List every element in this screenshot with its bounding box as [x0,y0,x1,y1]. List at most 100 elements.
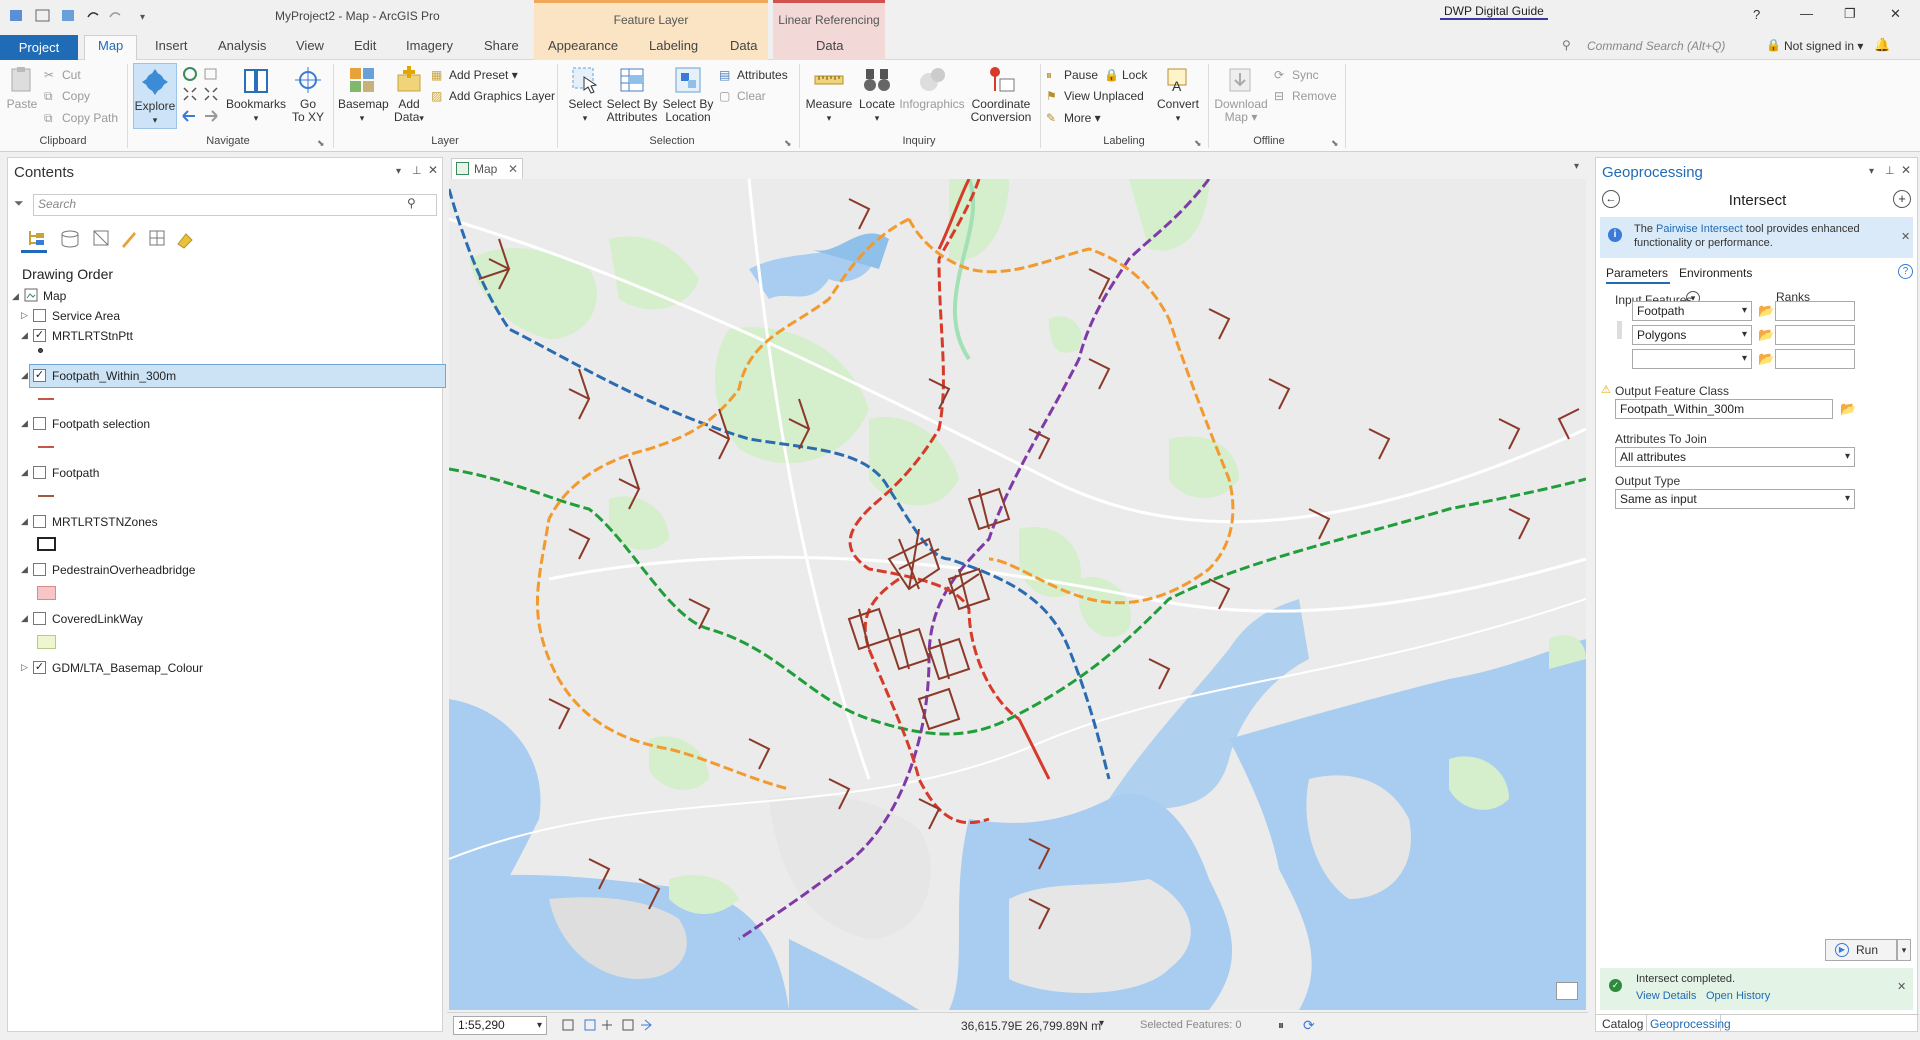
add-data-button[interactable]: Add Data▾ [390,65,428,125]
dismiss-status-icon[interactable]: ✕ [1897,980,1906,993]
folder-icon[interactable]: 📂 [1758,303,1774,319]
goto-xy-button[interactable]: Go To XY [289,65,327,124]
layer-visibility-checkbox[interactable]: ✓ [33,369,46,382]
row-handle[interactable] [1617,321,1622,339]
layer-footpath-selection[interactable]: Footpath selection [52,417,150,431]
coordinate-conversion-button[interactable]: Coordinate Conversion [968,65,1034,124]
filter-icon[interactable]: ⏷ [14,196,24,211]
layer-pedestrainoverheadbridge[interactable]: PedestrainOverheadbridge [52,563,195,577]
expand-toggle[interactable]: ◢ [21,564,28,575]
expand-toggle[interactable]: ▷ [21,662,28,673]
expand-toggle[interactable]: ◢ [12,291,19,302]
pin-icon[interactable]: ⊥ [412,164,422,177]
lock-labels-button[interactable]: 🔒 Lock [1104,68,1147,82]
rank-2-input[interactable] [1775,325,1855,345]
tab-analysis[interactable]: Analysis [218,38,266,53]
tab-insert[interactable]: Insert [155,38,188,53]
folder-icon[interactable]: 📂 [1758,351,1774,367]
tab-share[interactable]: Share [484,38,519,53]
bookmarks-button[interactable]: Bookmarks ▾ [225,65,287,125]
open-history-link[interactable]: Open History [1706,990,1770,1002]
select-button[interactable]: Select ▾ [563,65,607,125]
maximize-button[interactable]: ❐ [1844,6,1856,22]
explore-button[interactable]: Explore ▾ [133,63,177,129]
coordinate-format-dropdown[interactable]: ▾ [1099,1018,1104,1029]
layer-mrtlrtstnptt[interactable]: MRTLRTStnPtt [52,329,133,343]
add-preset-button[interactable]: ▦ Add Preset ▾ [431,68,518,82]
input-feature-2-select[interactable]: Polygons [1632,325,1752,345]
tab-data[interactable]: Data [730,38,757,53]
sync-button[interactable]: ⟳ Sync [1274,68,1319,82]
tab-map[interactable]: Map [98,38,123,53]
run-button[interactable]: ▶ Run [1825,939,1897,961]
paste-button[interactable]: Paste [6,65,38,111]
view-unplaced-button[interactable]: ⚑ View Unplaced [1046,89,1144,103]
tab-imagery[interactable]: Imagery [406,38,453,53]
bottom-tab-catalog[interactable]: Catalog [1602,1017,1643,1031]
download-map-button[interactable]: Download Map ▾ [1212,65,1270,124]
layer-visibility-checkbox[interactable] [33,309,46,322]
close-pane-icon[interactable]: ✕ [1901,163,1911,177]
expand-toggle[interactable]: ◢ [21,330,28,341]
clear-selection-button[interactable]: ▢ Clear [719,89,766,103]
layer-visibility-checkbox[interactable] [33,466,46,479]
quick-access-toolbar[interactable]: ▾ [8,7,158,25]
close-button[interactable]: ✕ [1890,6,1901,22]
search-icon[interactable]: ⚲ [407,196,416,210]
tab-list-icon[interactable]: ▾ [1574,161,1579,172]
layer-visibility-checkbox[interactable] [33,417,46,430]
tab-view[interactable]: View [296,38,324,53]
layer-footpath[interactable]: Footpath [52,466,99,480]
infographics-button[interactable]: Infographics [898,65,966,111]
dialog-launcher-icon[interactable]: ⬊ [1331,138,1339,149]
layer-visibility-checkbox[interactable] [33,612,46,625]
run-options-dropdown[interactable]: ▾ [1897,939,1911,961]
select-by-attributes-button[interactable]: Select By Attributes [606,65,658,124]
expand-toggle[interactable]: ◢ [21,516,28,527]
layer-visibility-checkbox[interactable] [33,563,46,576]
close-pane-icon[interactable]: ✕ [428,163,438,177]
guide-badge[interactable]: DWP Digital Guide [1440,4,1548,20]
command-search-input[interactable]: Command Search (Alt+Q) [1587,39,1725,53]
tab-labeling[interactable]: Labeling [649,38,698,53]
bottom-tab-geoprocessing[interactable]: Geoprocessing [1650,1017,1731,1031]
expand-toggle[interactable]: ▷ [21,310,28,321]
attributes-button[interactable]: ▤ Attributes [719,68,788,82]
navigate-small-tools[interactable] [181,66,223,128]
layer-coveredlinkway[interactable]: CoveredLinkWay [52,612,143,626]
remove-button[interactable]: ⊟ Remove [1274,89,1337,103]
close-tab-icon[interactable]: ✕ [508,159,518,179]
basemap-button[interactable]: Basemap ▾ [338,65,389,125]
folder-icon[interactable]: 📂 [1758,327,1774,343]
pane-menu-icon[interactable]: ▾ [396,166,401,177]
pause-labeling-button[interactable]: ⏸ Pause [1046,68,1098,82]
minimize-button[interactable]: — [1800,6,1813,21]
tab-parameters[interactable]: Parameters [1606,266,1668,280]
pairwise-intersect-link[interactable]: Pairwise Intersect [1656,223,1743,235]
input-feature-1-select[interactable]: Footpath [1632,301,1752,321]
rank-1-input[interactable] [1775,301,1855,321]
layer-basemap-colour[interactable]: GDM/LTA_Basemap_Colour [52,661,203,675]
more-labeling-button[interactable]: ✎ More ▾ [1046,111,1101,125]
expand-toggle[interactable]: ◢ [21,467,28,478]
expand-toggle[interactable]: ◢ [21,418,28,429]
locate-button[interactable]: Locate ▾ [857,65,897,125]
add-icon[interactable]: + [1893,190,1911,208]
sign-in-button[interactable]: Not signed in ▾ [1784,39,1863,53]
layer-visibility-checkbox[interactable]: ✓ [33,661,46,674]
help-button[interactable]: ? [1753,7,1760,22]
tab-appearance[interactable]: Appearance [548,38,618,53]
notification-bell-icon[interactable]: 🔔 [1874,37,1890,53]
copy-path-button[interactable]: ⧉ Copy Path [44,111,118,125]
contents-view-toolbar[interactable] [26,228,226,250]
layer-mrtlrtstnzones[interactable]: MRTLRTSTNZones [52,515,158,529]
tab-edit[interactable]: Edit [354,38,376,53]
refresh-icon[interactable]: ⟳ [1303,1017,1315,1034]
add-graphics-layer-button[interactable]: ▨ Add Graphics Layer [431,89,555,103]
view-details-link[interactable]: View Details [1636,990,1696,1002]
pane-menu-icon[interactable]: ▾ [1869,166,1874,177]
convert-button[interactable]: A Convert ▾ [1154,65,1202,125]
copy-button[interactable]: ⧉ Copy [44,89,90,103]
pin-icon[interactable]: ⊥ [1885,164,1895,177]
input-feature-3-select[interactable] [1632,349,1752,369]
